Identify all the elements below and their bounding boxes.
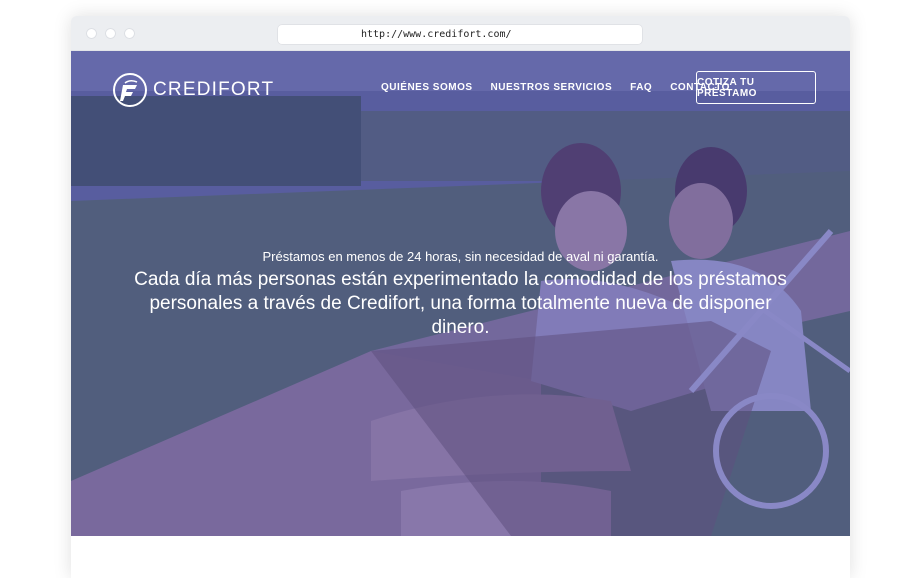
window-close-dot[interactable] [86,28,97,39]
hero-copy: Préstamos en menos de 24 horas, sin nece… [111,249,810,340]
browser-toolbar: http://www.credifort.com/ [71,16,850,51]
hero-headline: Cada día más personas están experimentad… [134,269,787,338]
nav-faq[interactable]: FAQ [630,82,652,93]
address-bar[interactable]: http://www.credifort.com/ [277,24,643,45]
logo-wordmark: CREDIFORT [153,79,275,100]
cotiza-prestamo-button[interactable]: COTIZA TU PRÉSTAMO [696,71,816,104]
site-navbar: CREDIFORT QUIÉNES SOMOS NUESTROS SERVICI… [71,51,850,131]
content-section [71,536,850,578]
hero-section: CREDIFORT QUIÉNES SOMOS NUESTROS SERVICI… [71,51,850,536]
window-maximize-dot[interactable] [124,28,135,39]
nav-quienes-somos[interactable]: QUIÉNES SOMOS [381,82,473,93]
logo-emblem-icon [113,73,147,107]
hero-subtitle: Préstamos en menos de 24 horas, sin nece… [262,249,659,264]
browser-window: http://www.credifort.com/ CREDIFORT QUIÉ… [71,16,850,578]
main-nav: QUIÉNES SOMOS NUESTROS SERVICIOS FAQ CON… [381,82,748,93]
site-logo[interactable]: CREDIFORT [113,72,274,108]
window-minimize-dot[interactable] [105,28,116,39]
nav-nuestros-servicios[interactable]: NUESTROS SERVICIOS [491,82,613,93]
